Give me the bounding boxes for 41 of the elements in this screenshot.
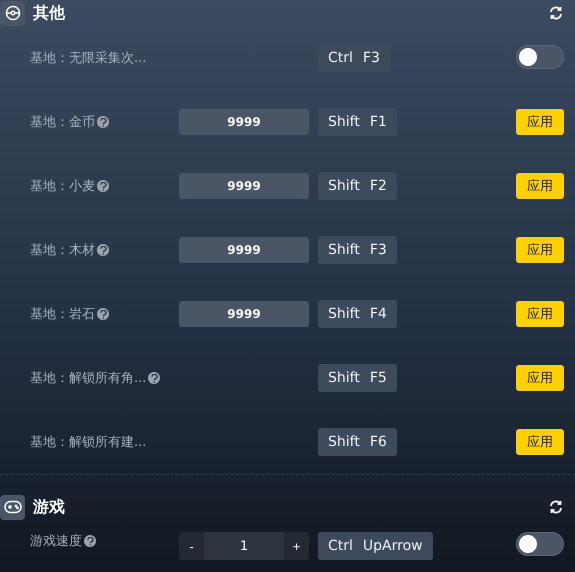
value-field[interactable]: 9999: [179, 173, 309, 199]
hotkey[interactable]: Shift F5: [318, 364, 397, 392]
hotkey[interactable]: Shift F3: [318, 236, 397, 264]
hotkey[interactable]: Ctrl F3: [318, 44, 390, 72]
setting-label: 基地：岩石: [30, 306, 95, 323]
apply-button[interactable]: 应用: [516, 301, 564, 327]
apply-button[interactable]: 应用: [516, 365, 564, 391]
help-icon[interactable]: [97, 116, 109, 128]
gamepad-icon: [4, 500, 22, 514]
value-field[interactable]: 9999: [179, 237, 309, 263]
refresh-icon[interactable]: [549, 500, 563, 514]
hotkey[interactable]: Shift F1: [318, 108, 397, 136]
setting-label: 基地：木材: [30, 242, 95, 259]
apply-button[interactable]: 应用: [516, 429, 564, 455]
toggle-switch[interactable]: [516, 44, 564, 68]
setting-label: 游戏速度: [30, 533, 82, 550]
value-field[interactable]: 9999: [179, 109, 309, 135]
help-icon[interactable]: [97, 244, 109, 256]
hotkey[interactable]: Shift F4: [318, 300, 397, 328]
hotkey[interactable]: Shift F6: [318, 428, 397, 456]
section-title: 游戏: [33, 496, 66, 518]
setting-label: 基地：金币: [30, 114, 95, 131]
setting-label: 基地：解锁所有角...: [30, 370, 146, 387]
hotkey[interactable]: Ctrl UpArrow: [318, 532, 433, 560]
setting-label: 基地：解锁所有建...: [30, 434, 146, 451]
value-field[interactable]: 9999: [179, 301, 309, 327]
help-icon[interactable]: [148, 372, 160, 384]
toggle-switch[interactable]: [516, 532, 564, 556]
section-title: 其他: [33, 2, 66, 24]
apply-button[interactable]: 应用: [516, 173, 564, 199]
help-icon[interactable]: [97, 308, 109, 320]
help-icon[interactable]: [84, 535, 96, 547]
setting-label: 基地：小麦: [30, 178, 95, 195]
setting-label: 基地：无限采集次...: [30, 50, 146, 67]
disc-icon: [4, 5, 20, 21]
apply-button[interactable]: 应用: [516, 237, 564, 263]
apply-button[interactable]: 应用: [516, 109, 564, 135]
refresh-icon[interactable]: [549, 6, 563, 20]
help-icon[interactable]: [97, 180, 109, 192]
stepper-value[interactable]: 1: [204, 532, 284, 560]
hotkey[interactable]: Shift F2: [318, 172, 397, 200]
